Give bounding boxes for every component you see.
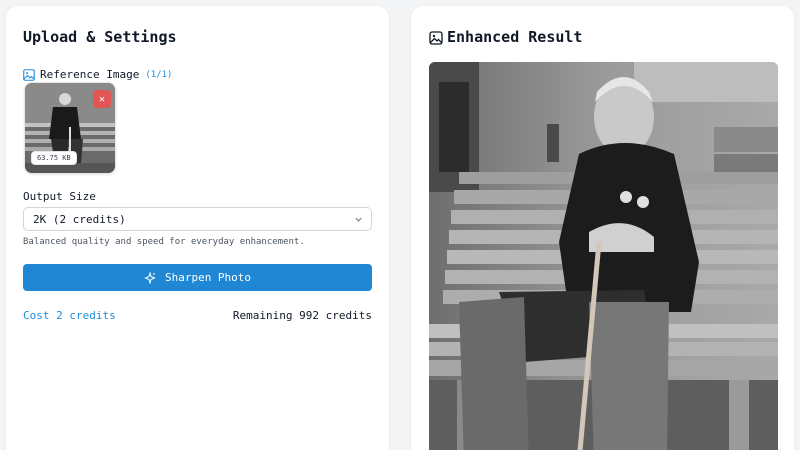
enhanced-photo-image bbox=[429, 62, 778, 450]
reference-thumbnail[interactable]: ✕ 63.75 KB bbox=[24, 82, 116, 174]
output-size-select[interactable]: 2K (2 credits) bbox=[23, 207, 372, 231]
output-size-value: 2K (2 credits) bbox=[33, 213, 126, 226]
sparkle-icon bbox=[144, 271, 156, 284]
reference-image-count: (1/1) bbox=[145, 69, 173, 80]
delete-image-button[interactable]: ✕ bbox=[93, 90, 111, 108]
sharpen-photo-button[interactable]: Sharpen Photo bbox=[23, 264, 372, 291]
panel-title: Upload & Settings bbox=[23, 28, 177, 46]
output-size-hint: Balanced quality and speed for everyday … bbox=[23, 237, 305, 247]
upload-settings-panel: Upload & Settings Reference Image (1/1) … bbox=[6, 6, 389, 450]
reference-image-header: Reference Image (1/1) bbox=[23, 68, 172, 81]
enhanced-result-panel: Enhanced Result bbox=[411, 6, 794, 450]
enhanced-photo bbox=[429, 62, 778, 450]
cost-text: Cost 2 credits bbox=[23, 309, 116, 322]
file-size-badge: 63.75 KB bbox=[31, 151, 77, 165]
image-icon bbox=[429, 31, 443, 45]
output-size-label: Output Size bbox=[23, 190, 96, 203]
image-icon bbox=[23, 68, 35, 81]
remaining-credits: Remaining 992 credits bbox=[232, 309, 372, 322]
panel-title: Enhanced Result bbox=[447, 28, 583, 46]
reference-image-label: Reference Image bbox=[40, 68, 140, 81]
chevron-down-icon bbox=[355, 217, 362, 222]
sharpen-photo-label: Sharpen Photo bbox=[164, 271, 252, 284]
